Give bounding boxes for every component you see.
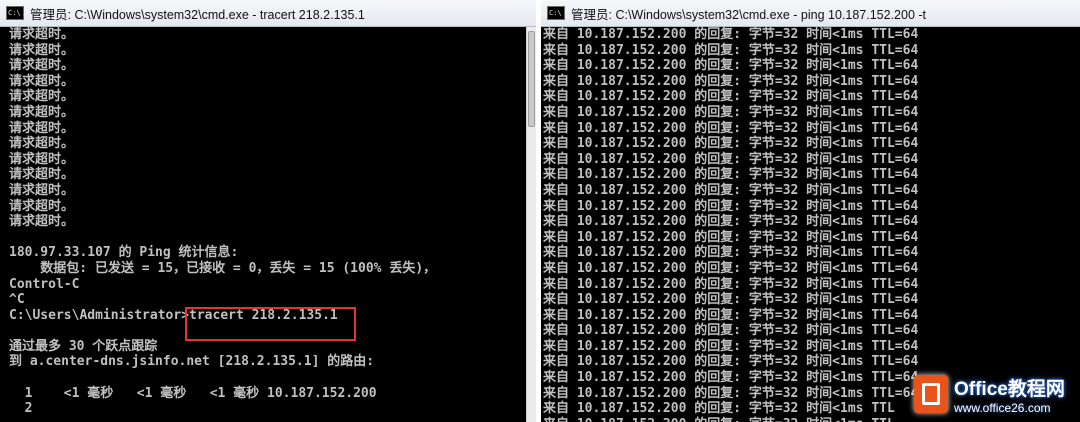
console-line: 请求超时。 <box>9 151 75 167</box>
console-line: 通过最多 30 个跃点跟踪 <box>9 338 158 354</box>
console-line: Control-C <box>9 276 80 292</box>
console-line: 请求超时。 <box>9 73 75 89</box>
console-line: 请求超时。 <box>9 104 75 120</box>
console-line: 来自 10.187.152.200 的回复: 字节=32 时间<1ms TTL=… <box>543 27 919 42</box>
vertical-scrollbar[interactable] <box>526 27 536 422</box>
cmd-window-tracert[interactable]: C:\ 管理员: C:\Windows\system32\cmd.exe - t… <box>0 0 536 422</box>
console-line: 请求超时。 <box>9 136 75 152</box>
console-line: 来自 10.187.152.200 的回复: 字节=32 时间<1ms TTL=… <box>543 42 919 58</box>
console-line: 来自 10.187.152.200 的回复: 字节=32 时间<1ms TTL=… <box>543 276 919 292</box>
cmd-app-icon: C:\ <box>547 6 565 20</box>
console-line: 请求超时。 <box>9 120 75 136</box>
console-line: 请求超时。 <box>9 182 75 198</box>
console-output[interactable]: 请求超时。 请求超时。 请求超时。 请求超时。 请求超时。 请求超时。 请求超时。 请求超时。… <box>0 27 526 422</box>
console-line: 请求超时。 <box>9 89 75 105</box>
console-line: 来自 10.187.152.200 的回复: 字节=32 时间<1ms TTL=… <box>543 136 919 152</box>
console-line: 请求超时。 <box>9 198 75 214</box>
console-line: 来自 10.187.152.200 的回复: 字节=32 时间<1ms TTL=… <box>543 120 919 136</box>
console-line: 来自 10.187.152.200 的回复: 字节=32 时间<1ms TTL=… <box>543 167 919 183</box>
console-line: 来自 10.187.152.200 的回复: 字节=32 时间<1ms TTL=… <box>543 338 919 354</box>
console-line: 1 <1 毫秒 <1 毫秒 <1 毫秒 10.187.152.200 <box>9 385 377 401</box>
console-line: 来自 10.187.152.200 的回复: 字节=32 时间<1ms TTL=… <box>543 214 919 230</box>
scrollbar-thumb[interactable] <box>528 31 535 127</box>
console-line: 来自 10.187.152.200 的回复: 字节=32 时间<1ms TTL=… <box>543 323 919 339</box>
console-line: 来自 10.187.152.200 的回复: 字节=32 时间<1ms TTL=… <box>543 229 919 245</box>
cmd-app-icon: C:\ <box>6 6 24 20</box>
console-line: 180.97.33.107 的 Ping 统计信息: <box>9 245 239 261</box>
console-line: 来自 10.187.152.200 的回复: 字节=32 时间<1ms TTL=… <box>543 260 919 276</box>
window-titlebar[interactable]: C:\ 管理员: C:\Windows\system32\cmd.exe - t… <box>0 0 536 27</box>
cmd-window-ping[interactable]: C:\ 管理员: C:\Windows\system32\cmd.exe - p… <box>541 0 1080 422</box>
console-line: 来自 10.187.152.200 的回复: 字节=32 时间<1ms TTL=… <box>543 245 919 261</box>
console-line: 请求超时。 <box>9 167 75 183</box>
console-line: ^C <box>9 292 25 308</box>
console-line: 来自 10.187.152.200 的回复: 字节=32 时间<1ms TTL=… <box>543 182 919 198</box>
console-line: C:\Users\Administrator>tracert 218.2.135… <box>9 307 338 323</box>
console-line: 请求超时。 <box>9 27 75 42</box>
window-title: 管理员: C:\Windows\system32\cmd.exe - ping … <box>571 7 927 22</box>
console-line: 来自 10.187.152.200 的回复: 字节=32 时间<1ms TTL=… <box>543 89 919 105</box>
console-line: 来自 10.187.152.200 的回复: 字节=32 时间<1ms TTL=… <box>543 198 919 214</box>
console-output[interactable]: 来自 10.187.152.200 的回复: 字节=32 时间<1ms TTL=… <box>541 27 1080 422</box>
console-line: 来自 10.187.152.200 的回复: 字节=32 时间<1ms TTL=… <box>543 307 919 323</box>
watermark-url: www.office26.com <box>954 400 1051 415</box>
console-line: 来自 10.187.152.200 的回复: 字节=32 时间<1ms TTL=… <box>543 104 919 120</box>
watermark-name: Office教程网 <box>954 378 1065 400</box>
console-line: 到 a.center-dns.jsinfo.net [218.2.135.1] … <box>9 354 375 370</box>
window-title: 管理员: C:\Windows\system32\cmd.exe - trace… <box>30 7 365 22</box>
console-line: 来自 10.187.152.200 的回复: 字节=32 时间<1ms TTL=… <box>543 58 919 74</box>
office26-watermark: Office教程网 www.office26.com <box>914 366 1080 422</box>
console-line: 2 <box>9 401 33 417</box>
console-line: 请求超时。 <box>9 214 75 230</box>
console-line: 数据包: 已发送 = 15，已接收 = 0，丢失 = 15 (100% 丢失)， <box>9 260 437 276</box>
console-line: 请求超时。 <box>9 42 75 58</box>
window-titlebar[interactable]: C:\ 管理员: C:\Windows\system32\cmd.exe - p… <box>541 0 1080 27</box>
office-logo-icon <box>914 375 948 413</box>
console-line: 来自 10.187.152.200 的回复: 字节=32 时间<1ms TTL=… <box>543 73 919 89</box>
console-line: 来自 10.187.152.200 的回复: 字节=32 时间<1ms TTL=… <box>543 292 919 308</box>
console-line: 请求超时。 <box>9 58 75 74</box>
console-line: 来自 10.187.152.200 的回复: 字节=32 时间<1ms TTL=… <box>543 151 919 167</box>
